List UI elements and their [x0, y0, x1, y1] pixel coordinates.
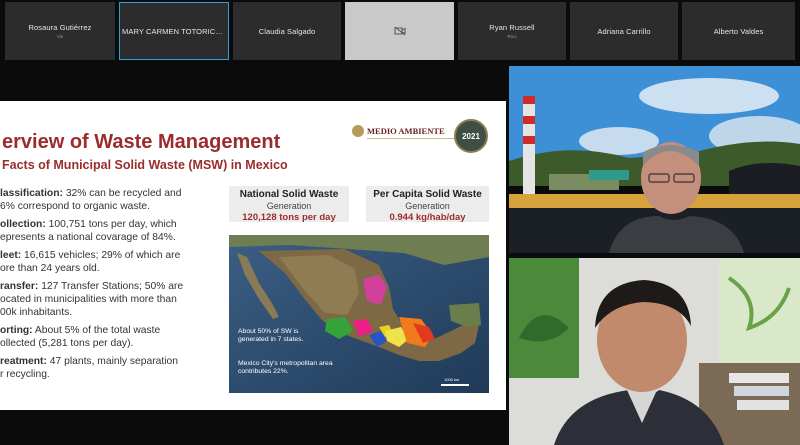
bullet-item: reatment: 47 plants, mainly separation r …	[0, 355, 178, 380]
participant-subtitle: Vis	[56, 34, 64, 39]
map-note-cdmx: Mexico City's metropolitan area contribu…	[238, 360, 333, 375]
participant-name: Rosaura Gutiérrez	[28, 23, 92, 32]
participant-tile[interactable]: Claudia Salgado	[233, 2, 341, 60]
participant-subtitle: Rico	[507, 34, 517, 39]
participant-name: Alberto Valdes	[713, 26, 764, 36]
map-note-states: About 50% of SW is generated in 7 states…	[238, 328, 304, 343]
stat-per-capita-waste: Per Capita Solid Waste Generation 0.944 …	[366, 186, 489, 223]
medio-ambiente-logo: MEDIO AMBIENTE	[352, 125, 457, 139]
mexico-waste-map: 1000 km About 50% of SW is generated in …	[229, 235, 489, 393]
participant-name: Adriana Carrillo	[597, 26, 651, 36]
participant-name: Ryan Russell	[489, 23, 535, 32]
bullet-item: ollection: 100,751 tons per day, which ep…	[0, 218, 177, 244]
bullet-item: leet: 16,615 vehicles; 29% of which are o…	[0, 249, 181, 275]
participant-tile[interactable]: Adriana Carrillo	[570, 2, 678, 60]
seal-2021: 2021	[454, 119, 488, 153]
participant-tile-active[interactable]: MARY CARMEN TOTORICAG...	[119, 2, 229, 60]
video-feed-presenter[interactable]	[509, 258, 800, 445]
participant-name: MARY CARMEN TOTORICAG...	[122, 26, 226, 36]
bullet-item: lassification: 32% can be recycled and 6%…	[0, 188, 182, 213]
camera-off-icon	[394, 26, 405, 36]
stat-national-waste: National Solid Waste Generation 120,128 …	[229, 186, 349, 223]
emblem-icon	[352, 125, 364, 137]
slide-subtitle: Facts of Municipal Solid Waste (MSW) in …	[2, 158, 288, 172]
logo-text: MEDIO AMBIENTE	[367, 126, 445, 136]
video-feed-site[interactable]	[509, 66, 800, 253]
participant-name: Claudia Salgado	[258, 26, 316, 36]
bullet-list: lassification: 32% can be recycled and 6%…	[0, 187, 225, 386]
bullet-item: orting: About 5% of the total waste ollec…	[0, 324, 161, 350]
participant-tile[interactable]: Ryan Russell Rico	[458, 2, 566, 60]
participant-tile-camera-off[interactable]	[345, 2, 454, 60]
bullet-item: ransfer: 127 Transfer Stations; 50% are o…	[0, 280, 184, 319]
map-scale-label: 1000 km	[444, 377, 460, 382]
participant-strip: Rosaura Gutiérrez Vis MARY CARMEN TOTORI…	[0, 0, 800, 62]
seal-text: 2021	[462, 131, 480, 141]
shared-slide: erview of Waste Management Facts of Muni…	[0, 101, 506, 410]
participant-tile[interactable]: Alberto Valdes	[682, 2, 795, 60]
slide-title: erview of Waste Management	[2, 131, 281, 153]
participant-tile[interactable]: Rosaura Gutiérrez Vis	[5, 2, 115, 60]
